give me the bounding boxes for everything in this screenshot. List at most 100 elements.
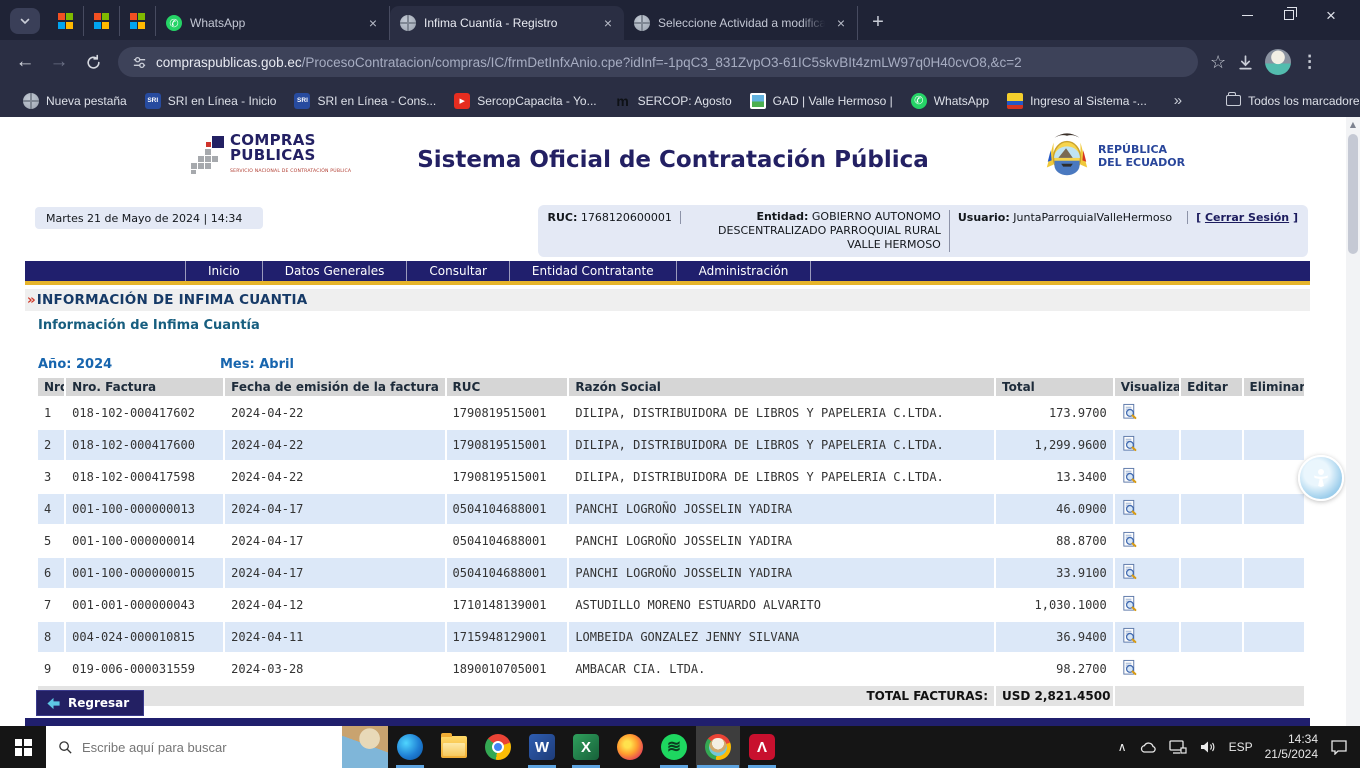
visualizar-icon[interactable]: [1121, 467, 1138, 484]
cell-eliminar: [1244, 622, 1304, 652]
cell-total: 173.9700: [996, 398, 1113, 428]
visualizar-icon[interactable]: [1121, 403, 1138, 420]
cell-fecha: 2024-04-22: [225, 398, 444, 428]
reload-button[interactable]: [78, 47, 108, 77]
browser-tab[interactable]: WhatsApp ×: [156, 6, 390, 40]
taskbar-app[interactable]: [388, 726, 432, 768]
visualizar-icon[interactable]: [1121, 659, 1138, 676]
ecuador-emblem: REPÚBLICA DEL ECUADOR: [1042, 129, 1185, 183]
notification-center-icon[interactable]: [1330, 739, 1348, 755]
emblem-line1: REPÚBLICA: [1098, 143, 1185, 156]
cell-razon-social: LOMBEIDA GONZALEZ JENNY SILVANA: [569, 622, 994, 652]
restore-button[interactable]: [1268, 0, 1310, 30]
bookmark-star-icon[interactable]: ☆: [1210, 52, 1226, 73]
onedrive-icon[interactable]: [1139, 740, 1157, 754]
volume-icon[interactable]: [1199, 740, 1217, 754]
cell-ruc: 1890010705001: [447, 654, 568, 684]
bookmark-item[interactable]: SRI en Línea - Cons...: [285, 89, 445, 113]
bookmarks-overflow-icon[interactable]: »: [1164, 92, 1193, 109]
visualizar-icon[interactable]: [1121, 627, 1138, 644]
visualizar-icon[interactable]: [1121, 595, 1138, 612]
pinned-tab[interactable]: [48, 6, 84, 36]
nav-menu-item[interactable]: Entidad Contratante: [510, 261, 677, 281]
network-icon[interactable]: [1169, 740, 1187, 754]
floating-accessibility-widget[interactable]: [1298, 455, 1344, 501]
language-indicator[interactable]: ESP: [1229, 740, 1253, 754]
cell-fecha: 2024-03-28: [225, 654, 444, 684]
site-settings-icon[interactable]: [132, 55, 147, 70]
cell-total: 1,030.1000: [996, 590, 1113, 620]
tab-search-button[interactable]: [10, 8, 40, 34]
folder-icon: [1226, 95, 1241, 106]
datetime-box: Martes 21 de Mayo de 2024 | 14:34: [35, 207, 263, 229]
download-icon[interactable]: [1236, 53, 1255, 72]
regresar-button[interactable]: Regresar: [36, 690, 144, 716]
cell-nro: 2: [38, 430, 64, 460]
taskbar-app[interactable]: [520, 726, 564, 768]
ruc-field: RUC: 1768120600001: [548, 210, 672, 224]
nav-menu-item[interactable]: Inicio: [185, 261, 263, 281]
search-spotlight-image[interactable]: [342, 726, 388, 768]
bookmark-item[interactable]: SercopCapacita - Yo...: [445, 89, 605, 113]
pinned-tab[interactable]: [84, 6, 120, 36]
profile-avatar[interactable]: [1265, 49, 1291, 75]
taskbar-app[interactable]: [696, 726, 740, 768]
close-button[interactable]: ×: [1310, 0, 1352, 30]
logout-link[interactable]: [ Cerrar Sesión ]: [1196, 210, 1298, 224]
scrollbar-thumb[interactable]: [1348, 134, 1358, 254]
forward-button-browser[interactable]: →: [44, 47, 74, 77]
bookmark-item[interactable]: GAD | Valle Hermoso |: [741, 89, 902, 113]
taskbar-search[interactable]: [46, 726, 388, 768]
scrollbar-up-icon[interactable]: ▲: [1346, 117, 1360, 132]
cell-razon-social: DILIPA, DISTRIBUIDORA DE LIBROS Y PAPELE…: [569, 462, 994, 492]
taskbar-app[interactable]: [740, 726, 784, 768]
restore-icon: [1284, 10, 1294, 20]
tab-close-icon[interactable]: ×: [833, 15, 849, 31]
nav-menu-item[interactable]: Administración: [677, 261, 812, 281]
all-bookmarks-button[interactable]: Todos los marcadores: [1217, 90, 1360, 112]
taskbar-app[interactable]: [608, 726, 652, 768]
header-fecha: Fecha de emisión de la factura: [225, 378, 444, 396]
gold-stripe: [25, 281, 1310, 285]
taskbar-app-icon: [573, 734, 599, 760]
nav-menu-item[interactable]: Datos Generales: [263, 261, 408, 281]
new-tab-button[interactable]: +: [864, 8, 892, 36]
taskbar-app[interactable]: [476, 726, 520, 768]
search-icon: [58, 740, 73, 755]
tab-close-icon[interactable]: ×: [600, 15, 616, 31]
header-visualizar: Visualizar: [1115, 378, 1179, 396]
year-month-row: Año: 2024 Mes: Abril: [38, 357, 112, 372]
bookmark-item[interactable]: SERCOP: Agosto: [606, 89, 741, 113]
pinned-tab[interactable]: [120, 6, 156, 36]
browser-menu-icon[interactable]: ⋮: [1301, 52, 1318, 72]
taskbar-app[interactable]: [564, 726, 608, 768]
browser-tab[interactable]: Seleccione Actividad a modifica ×: [624, 6, 858, 40]
taskbar-app-icon: [705, 734, 731, 760]
visualizar-icon[interactable]: [1121, 563, 1138, 580]
page-scrollbar[interactable]: ▲: [1346, 117, 1360, 726]
tab-close-icon[interactable]: ×: [365, 15, 381, 31]
browser-tab[interactable]: Infima Cuantía - Registro ×: [390, 6, 624, 40]
main-nav: InicioDatos GeneralesConsultarEntidad Co…: [25, 261, 1310, 281]
bookmark-item[interactable]: Ingreso al Sistema -...: [998, 89, 1156, 113]
start-button[interactable]: [0, 726, 46, 768]
address-bar[interactable]: compraspublicas.gob.ec/ProcesoContrataci…: [118, 47, 1198, 77]
tray-chevron-up-icon[interactable]: ∧: [1118, 740, 1127, 754]
back-button-browser[interactable]: ←: [10, 47, 40, 77]
visualizar-icon[interactable]: [1121, 531, 1138, 548]
cell-nro: 3: [38, 462, 64, 492]
cell-nro: 1: [38, 398, 64, 428]
clock[interactable]: 14:34 21/5/2024: [1265, 732, 1318, 762]
search-input[interactable]: [82, 740, 333, 755]
bookmark-item[interactable]: Nueva pestaña: [14, 89, 136, 113]
bookmark-item[interactable]: WhatsApp: [902, 89, 998, 113]
invoices-table: Nro Nro. Factura Fecha de emisión de la …: [36, 376, 1306, 708]
minimize-button[interactable]: [1226, 0, 1268, 30]
visualizar-icon[interactable]: [1121, 499, 1138, 516]
taskbar-app[interactable]: [432, 726, 476, 768]
bookmark-item[interactable]: SRI en Línea - Inicio: [136, 89, 286, 113]
taskbar-app[interactable]: [652, 726, 696, 768]
cell-total: 13.3400: [996, 462, 1113, 492]
nav-menu-item[interactable]: Consultar: [407, 261, 510, 281]
visualizar-icon[interactable]: [1121, 435, 1138, 452]
